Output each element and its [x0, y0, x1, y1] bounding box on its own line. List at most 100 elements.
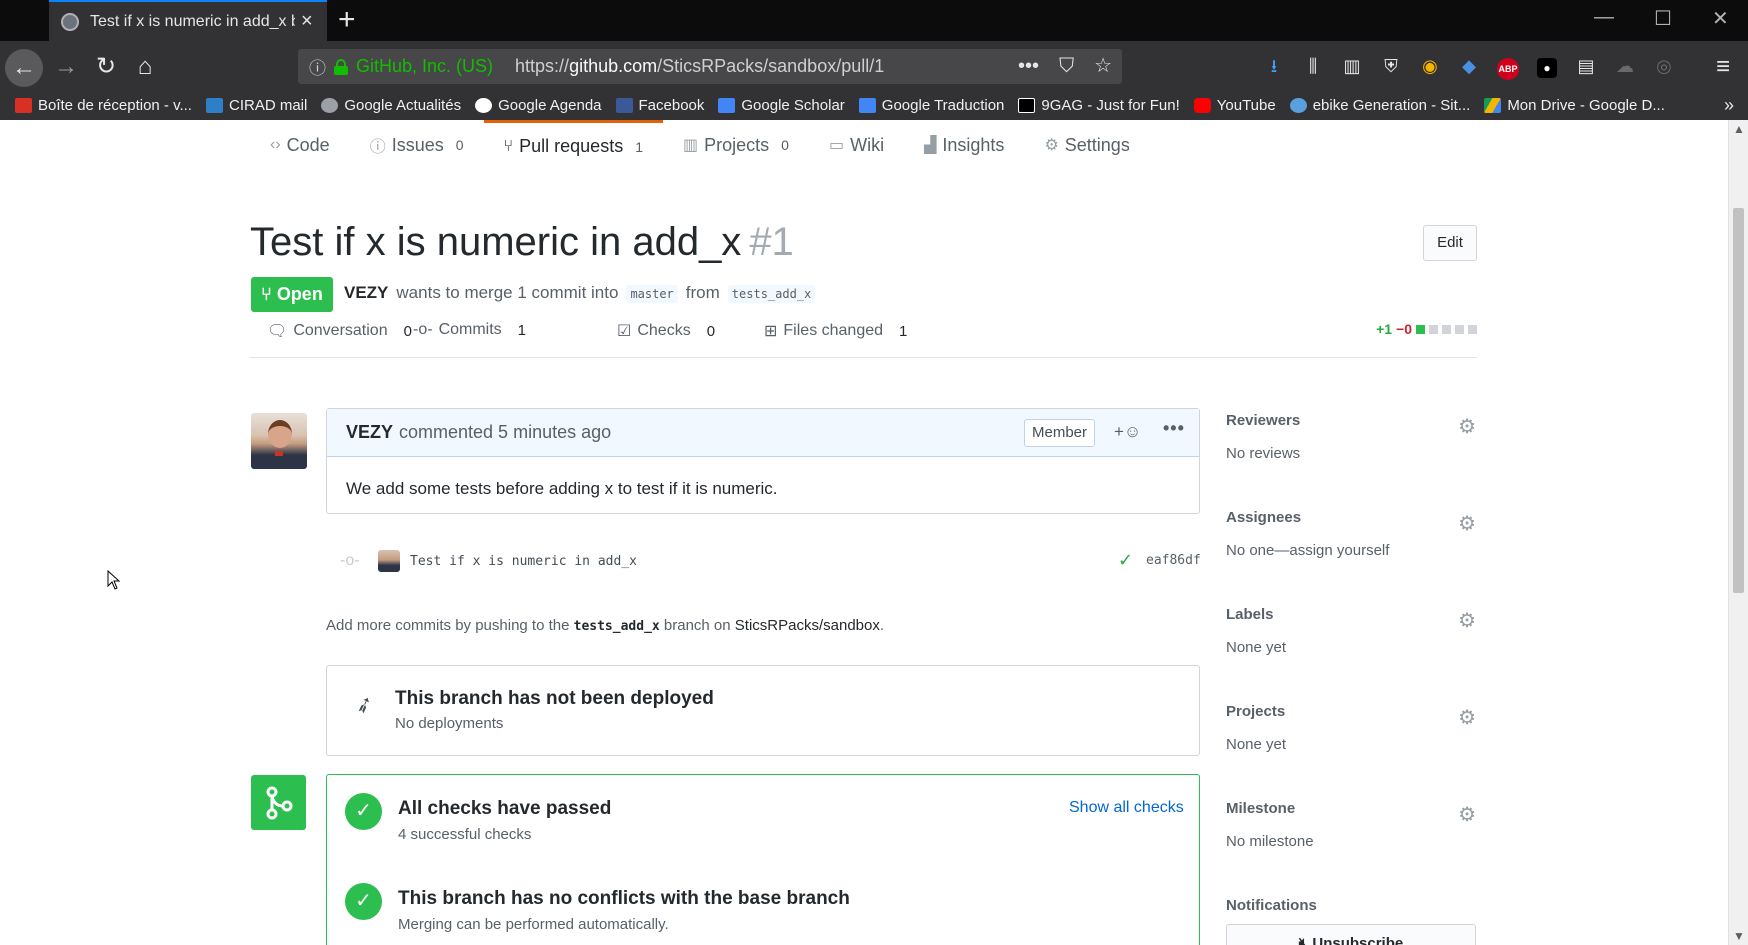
checks-subtitle: 4 successful checks	[398, 826, 532, 843]
url-text[interactable]: https://github.com/SticsRPacks/sandbox/p…	[515, 56, 884, 77]
forward-icon[interactable]: →	[49, 50, 83, 84]
comment-timestamp[interactable]: commented 5 minutes ago	[399, 422, 611, 443]
translate-extension-icon[interactable]: ◆	[1457, 54, 1481, 78]
new-tab-button[interactable]: +	[338, 4, 356, 36]
home-icon[interactable]: ⌂	[128, 50, 162, 84]
comment-author[interactable]: VEZY	[346, 422, 393, 443]
scroll-down-icon[interactable]: ▼	[1733, 929, 1745, 943]
bookmark-item[interactable]: Google Traduction	[858, 97, 1005, 114]
tab-commits[interactable]: -o- Commits 1	[413, 321, 526, 339]
bookmark-item[interactable]: Google Actualités	[321, 97, 461, 114]
sidebar-assignees: Assignees No one—assign yourself ⚙	[1226, 509, 1476, 602]
bookmark-item[interactable]: Boîte de réception - v...	[15, 97, 192, 114]
bookmark-item[interactable]: 9GAG - Just for Fun!	[1018, 97, 1180, 114]
sidebar-icon[interactable]: ▥	[1340, 54, 1364, 78]
lock-icon	[334, 58, 348, 75]
tab-checks[interactable]: ☑ Checks 0	[617, 321, 715, 341]
tab-files-changed[interactable]: ⊞ Files changed 1	[764, 321, 907, 341]
bookmark-item[interactable]: ebike Generation - Sit...	[1289, 97, 1471, 114]
issue-icon: ⓘ	[369, 139, 386, 156]
base-branch[interactable]: master	[626, 285, 678, 303]
bookmark-item[interactable]: Google Agenda	[475, 97, 602, 114]
url-bar[interactable]: ⓘ GitHub, Inc. (US) https://github.com/S…	[298, 49, 1122, 84]
sidebar-label: Reviewers	[1226, 412, 1301, 429]
tab-insights[interactable]: ▟ Insights	[904, 120, 1024, 170]
back-icon[interactable]: ←	[5, 49, 43, 87]
tab-pull-requests[interactable]: ⑂ Pull requests 1	[483, 120, 663, 170]
gear-icon[interactable]: ⚙	[1458, 414, 1476, 439]
minimize-button[interactable]: —	[1594, 6, 1614, 29]
repo-link[interactable]: SticsRPacks/sandbox	[735, 617, 880, 634]
gear-icon[interactable]: ⚙	[1458, 705, 1476, 730]
deployment-subtitle: No deployments	[395, 715, 504, 732]
author-link[interactable]: VEZY	[344, 283, 388, 303]
chrome-extension-icon[interactable]: ◉	[1418, 54, 1442, 78]
scroll-thumb[interactable]	[1733, 208, 1744, 593]
tab-projects[interactable]: ▥ Projects 0	[663, 120, 809, 170]
account-icon[interactable]: ◎	[1652, 54, 1676, 78]
assign-yourself-link[interactable]: No one—assign yourself	[1226, 542, 1476, 559]
adblock-icon[interactable]: ABP	[1496, 54, 1520, 80]
merge-status-box: ✓ All checks have passed 4 successful ch…	[326, 774, 1200, 945]
counter: 0	[706, 322, 716, 340]
tab-label: Conversation	[293, 322, 388, 339]
vertical-scrollbar[interactable]: ▲ ▼	[1728, 120, 1748, 945]
avatar[interactable]	[251, 413, 307, 469]
menu-icon[interactable]: ≡	[1706, 50, 1740, 84]
commit-message[interactable]: Test if x is numeric in add_x	[410, 554, 637, 569]
book-icon: ▭	[828, 137, 845, 154]
bookmarks-overflow-icon[interactable]: »	[1724, 95, 1734, 116]
gear-icon[interactable]: ⚙	[1458, 511, 1476, 536]
commit-avatar[interactable]	[378, 550, 400, 572]
browser-tab-active[interactable]: Test if x is numeric in add_x by ×	[49, 0, 327, 41]
file-diff-icon: ⊞	[764, 323, 778, 340]
mute-icon: 🔇︎	[1298, 935, 1309, 945]
tab-conversation[interactable]: 🗨 Conversation 0	[267, 321, 412, 341]
pocket-icon[interactable]: ⛉	[1059, 49, 1074, 84]
bookmark-label: Mon Drive - Google D...	[1507, 97, 1665, 114]
close-window-button[interactable]: ✕	[1712, 6, 1729, 31]
reader-icon[interactable]: ▤	[1574, 54, 1598, 78]
gear-icon[interactable]: ⚙	[1458, 802, 1476, 827]
bookmark-label: Boîte de réception - v...	[38, 97, 192, 114]
tab-code[interactable]: ‹› Code	[250, 120, 350, 170]
zimbra-icon	[205, 98, 223, 113]
password-manager-icon[interactable]: ●	[1535, 54, 1559, 78]
extension-icon[interactable]: ☁	[1613, 54, 1637, 78]
bookmark-label: ebike Generation - Sit...	[1312, 97, 1471, 114]
tab-issues[interactable]: ⓘ Issues 0	[350, 120, 484, 170]
commit-sha[interactable]: eaf86df	[1146, 553, 1201, 568]
tab-close-icon[interactable]: ×	[301, 10, 313, 33]
bookmark-item[interactable]: Google Scholar	[718, 97, 845, 114]
bookmark-item[interactable]: YouTube	[1193, 97, 1276, 114]
show-all-checks-link[interactable]: Show all checks	[1069, 799, 1184, 817]
bookmark-label: Google Traduction	[881, 97, 1005, 114]
page-actions-icon[interactable]: •••	[1018, 49, 1039, 84]
scroll-up-icon[interactable]: ▲	[1733, 122, 1745, 136]
info-icon[interactable]: ⓘ	[309, 54, 326, 79]
push-hint-text: .	[879, 617, 885, 634]
comment-box: VEZY commented 5 minutes ago Member +☺ •…	[326, 408, 1200, 514]
bookmark-item[interactable]: CIRAD mail	[205, 97, 307, 114]
comment-discussion-icon: 🗨	[267, 323, 288, 340]
more-options-icon[interactable]: •••	[1163, 418, 1185, 439]
gear-icon[interactable]: ⚙	[1458, 608, 1476, 633]
tab-wiki[interactable]: ▭ Wiki	[809, 120, 904, 170]
checklist-icon: ☑	[617, 323, 632, 340]
maximize-button[interactable]: ☐	[1654, 6, 1672, 31]
reload-icon[interactable]: ↻	[89, 50, 123, 84]
tab-settings[interactable]: ⚙ Settings	[1024, 120, 1149, 170]
downloads-icon[interactable]: ⭳	[1262, 54, 1286, 78]
bookmark-item[interactable]: Facebook	[615, 97, 704, 114]
shield-icon[interactable]: ⛨	[1379, 54, 1403, 78]
bookmark-item[interactable]: Mon Drive - Google D...	[1484, 97, 1665, 114]
edit-title-button[interactable]: Edit	[1423, 225, 1477, 261]
pr-meta: VEZY wants to merge 1 commit into master…	[344, 283, 816, 303]
head-branch[interactable]: tests_add_x	[727, 285, 816, 303]
diffstat-block	[1468, 324, 1477, 334]
bookmark-star-icon[interactable]: ☆	[1094, 49, 1112, 84]
library-icon[interactable]: ⫼	[1301, 54, 1325, 78]
check-icon[interactable]: ✓	[1118, 550, 1133, 571]
unsubscribe-button[interactable]: 🔇︎ Unsubscribe	[1226, 924, 1476, 945]
add-reaction-icon[interactable]: +☺	[1114, 422, 1141, 442]
